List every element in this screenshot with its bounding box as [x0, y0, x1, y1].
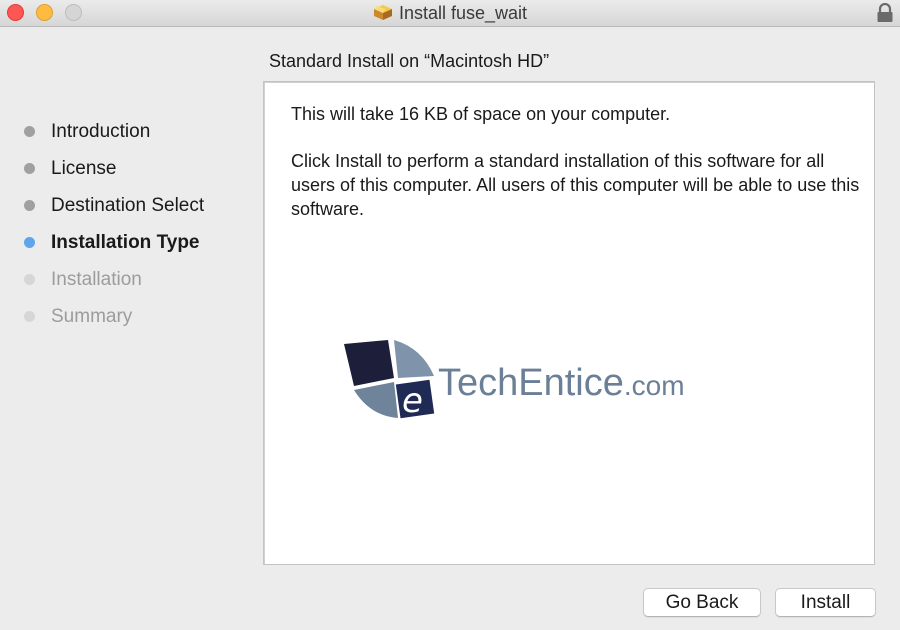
step-license: License: [24, 150, 204, 187]
step-label: License: [51, 157, 117, 179]
go-back-button[interactable]: Go Back: [643, 588, 761, 617]
lock-icon[interactable]: [876, 3, 894, 23]
step-installation-type: Installation Type: [24, 224, 204, 261]
window-title: Install fuse_wait: [398, 3, 528, 23]
step-label: Installation Type: [51, 231, 200, 253]
install-button[interactable]: Install: [775, 588, 876, 617]
step-status-dot: [24, 311, 35, 322]
space-required-text: This will take 16 KB of space on your co…: [291, 104, 671, 124]
step-label: Summary: [51, 305, 133, 327]
step-label: Installation: [51, 268, 142, 290]
step-destination-select: Destination Select: [24, 187, 204, 224]
step-status-dot: [24, 237, 35, 248]
step-status-dot: [24, 126, 35, 137]
pane-title: Standard Install on “Macintosh HD”: [269, 51, 550, 71]
step-summary: Summary: [24, 298, 204, 335]
step-label: Introduction: [51, 120, 151, 142]
watermark-text: TechEntice.com: [438, 362, 685, 405]
svg-text:e: e: [402, 381, 423, 421]
etechentice-logo-icon: e: [344, 340, 435, 421]
step-installation: Installation: [24, 261, 204, 298]
watermark-suffix: .com: [623, 369, 685, 401]
step-status-dot: [24, 163, 35, 174]
step-status-dot: [24, 274, 35, 285]
install-description: Click Install to perform a standard inst…: [291, 151, 860, 219]
installer-steps: Introduction License Destination Select …: [24, 113, 204, 335]
step-introduction: Introduction: [24, 113, 204, 150]
package-icon: [373, 5, 392, 20]
step-label: Destination Select: [51, 194, 205, 216]
watermark-brand: TechEntice: [438, 361, 624, 404]
content-panel: This will take 16 KB of space on your co…: [263, 81, 875, 565]
step-status-dot: [24, 200, 35, 211]
title-bar[interactable]: Install fuse_wait: [0, 0, 900, 27]
watermark-logo: e TechEntice.com: [342, 338, 685, 422]
window-title-container: Install fuse_wait: [0, 3, 900, 24]
